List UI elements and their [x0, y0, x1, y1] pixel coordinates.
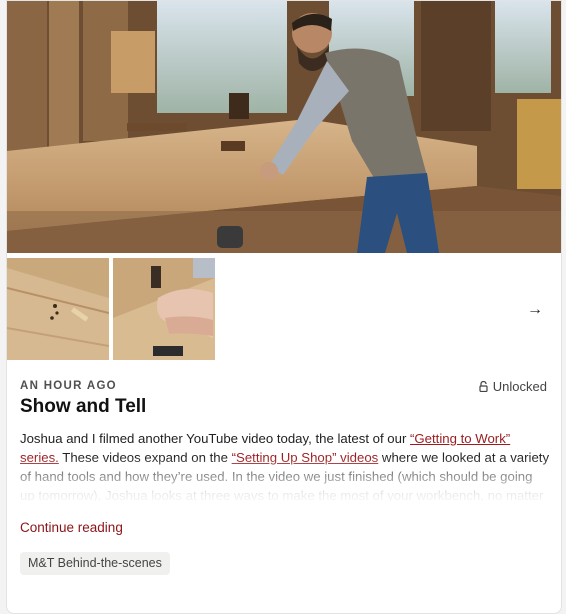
continue-reading-link[interactable]: Continue reading — [20, 520, 123, 535]
hero-image[interactable] — [7, 1, 561, 253]
thumbnail-strip: → — [7, 258, 561, 360]
arrow-right-icon: → — [527, 301, 543, 318]
access-label: Unlocked — [492, 379, 547, 394]
access-badge: Unlocked — [479, 379, 547, 394]
post-excerpt: Joshua and I filmed another YouTube vide… — [20, 429, 550, 501]
post-title[interactable]: Show and Tell — [20, 396, 146, 418]
setting-up-shop-link[interactable]: “Setting Up Shop” videos — [232, 450, 379, 465]
thumbnail-2[interactable] — [113, 258, 215, 360]
next-image-button[interactable]: → — [523, 298, 547, 322]
excerpt-text-2: These videos expand on the — [58, 450, 232, 465]
category-tag[interactable]: M&T Behind-the-scenes — [20, 552, 170, 575]
post-card: → AN HOUR AGO Unlocked Show and Tell Jos… — [6, 0, 562, 614]
post-timestamp: AN HOUR AGO — [20, 380, 117, 392]
lock-open-icon — [479, 381, 488, 392]
thumbnail-1[interactable] — [7, 258, 109, 360]
excerpt-text-1: Joshua and I filmed another YouTube vide… — [20, 431, 411, 446]
